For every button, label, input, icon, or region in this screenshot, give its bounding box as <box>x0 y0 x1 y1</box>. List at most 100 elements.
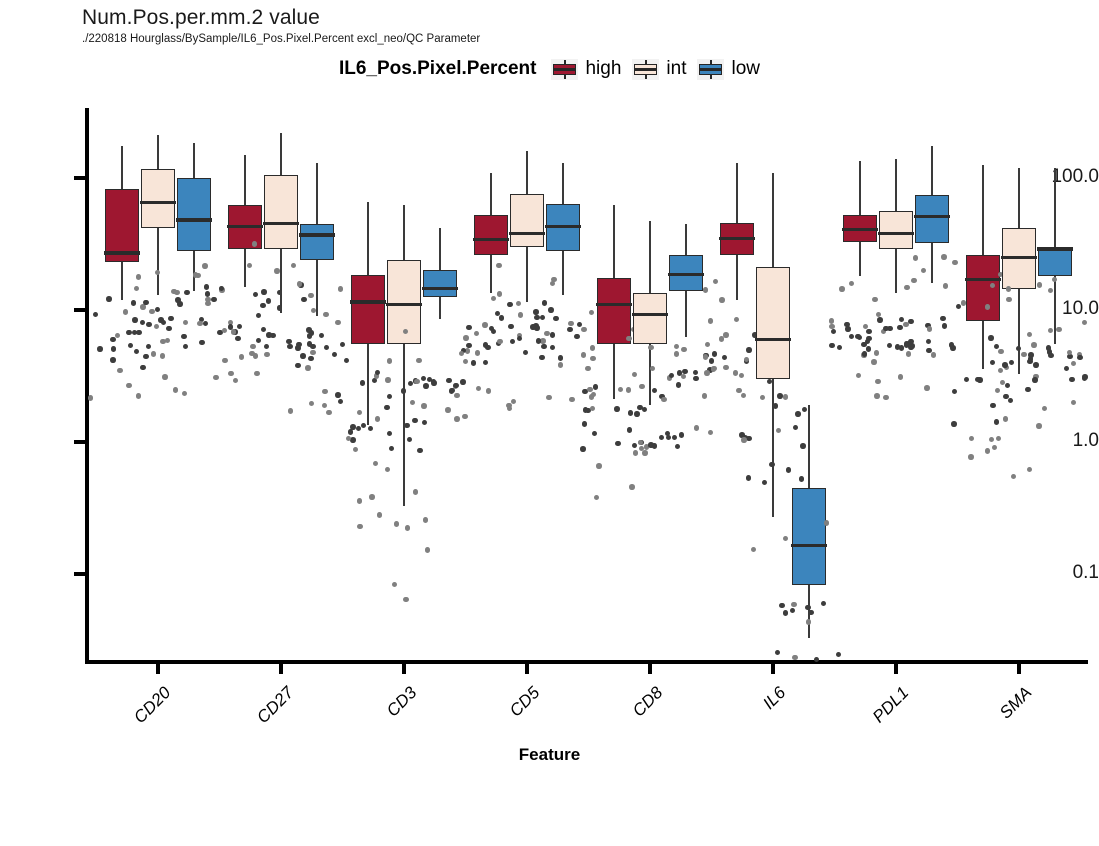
data-point <box>535 338 541 344</box>
plot-area <box>85 108 1088 662</box>
boxplot-median <box>791 543 827 547</box>
data-point <box>830 329 837 335</box>
data-point <box>211 296 217 302</box>
boxplot-box[interactable] <box>597 277 631 345</box>
data-point <box>1031 342 1037 348</box>
boxplot-median <box>632 312 668 316</box>
data-point <box>998 348 1004 355</box>
data-point <box>1005 286 1012 292</box>
boxplot-box[interactable] <box>474 215 508 256</box>
data-point <box>719 336 725 342</box>
data-point <box>117 368 123 374</box>
data-point <box>625 387 632 393</box>
data-point <box>589 345 596 351</box>
data-point <box>393 521 400 527</box>
data-point <box>308 400 315 407</box>
data-point <box>408 380 414 387</box>
data-point <box>508 323 514 330</box>
data-point <box>614 406 620 412</box>
boxplot-box[interactable] <box>792 487 826 586</box>
data-point <box>516 335 522 342</box>
boxplot-box[interactable] <box>756 267 790 379</box>
data-point <box>988 436 995 443</box>
data-point <box>420 375 427 382</box>
data-point <box>498 315 505 321</box>
boxplot-box[interactable] <box>264 175 298 249</box>
boxplot-box[interactable] <box>1038 247 1072 277</box>
boxplot-box[interactable] <box>966 255 1000 322</box>
boxplot-median <box>104 251 140 255</box>
data-point <box>1006 296 1012 302</box>
data-point <box>388 445 395 452</box>
boxplot-box[interactable] <box>141 168 175 228</box>
boxplot-median <box>140 201 176 205</box>
boxplot-box[interactable] <box>510 193 544 247</box>
data-point <box>679 432 685 438</box>
data-point <box>539 354 545 361</box>
data-point <box>903 342 910 348</box>
data-point <box>631 442 637 449</box>
data-point <box>387 431 393 437</box>
data-point <box>203 284 209 290</box>
data-point <box>276 289 283 296</box>
data-point <box>761 480 767 486</box>
legend-item-low[interactable]: low <box>697 58 760 80</box>
boxplot-box[interactable] <box>915 195 949 244</box>
data-point <box>155 306 161 313</box>
data-point <box>990 402 996 409</box>
data-point <box>110 346 117 352</box>
boxplot-box[interactable] <box>879 211 913 249</box>
data-point <box>963 376 970 383</box>
data-point <box>642 450 648 456</box>
data-point <box>483 360 489 366</box>
data-point <box>153 324 160 330</box>
data-point <box>473 330 479 337</box>
data-point <box>580 446 586 452</box>
data-point <box>384 404 390 410</box>
data-point <box>582 407 589 413</box>
boxplot-box[interactable] <box>177 178 211 251</box>
data-point <box>984 304 990 310</box>
data-point <box>227 324 233 330</box>
data-point <box>235 335 241 342</box>
data-point <box>160 319 167 326</box>
data-point <box>507 301 513 308</box>
legend-item-int[interactable]: int <box>632 58 686 80</box>
data-point <box>1047 287 1053 294</box>
data-point <box>639 383 645 390</box>
data-point <box>221 327 227 334</box>
boxplot-box[interactable] <box>423 270 457 298</box>
data-point <box>384 466 391 473</box>
data-point <box>372 460 379 466</box>
data-point <box>671 434 678 441</box>
data-point <box>126 329 132 336</box>
data-point <box>145 344 152 350</box>
data-point <box>162 374 168 380</box>
data-point <box>874 393 880 399</box>
data-point <box>199 339 205 346</box>
data-point <box>404 422 410 429</box>
data-point <box>192 272 199 278</box>
legend-swatch-high <box>551 58 579 80</box>
data-point <box>593 494 600 501</box>
data-point <box>1047 327 1054 334</box>
data-point <box>637 404 643 411</box>
data-point <box>736 387 742 394</box>
legend-item-high[interactable]: high <box>551 58 621 80</box>
data-point <box>251 241 258 247</box>
boxplot-box[interactable] <box>351 274 385 345</box>
boxplot-box[interactable] <box>633 292 667 345</box>
data-point <box>588 310 594 316</box>
data-point <box>548 307 554 313</box>
data-point <box>350 437 356 443</box>
data-point <box>1064 365 1070 372</box>
data-point <box>634 411 640 417</box>
boxplot-median <box>755 337 791 341</box>
data-point <box>466 325 472 331</box>
data-point <box>707 318 714 324</box>
data-point <box>421 419 428 426</box>
boxplot-box[interactable] <box>300 223 334 260</box>
data-point <box>182 320 189 326</box>
data-point <box>782 394 789 400</box>
data-point <box>799 476 805 482</box>
